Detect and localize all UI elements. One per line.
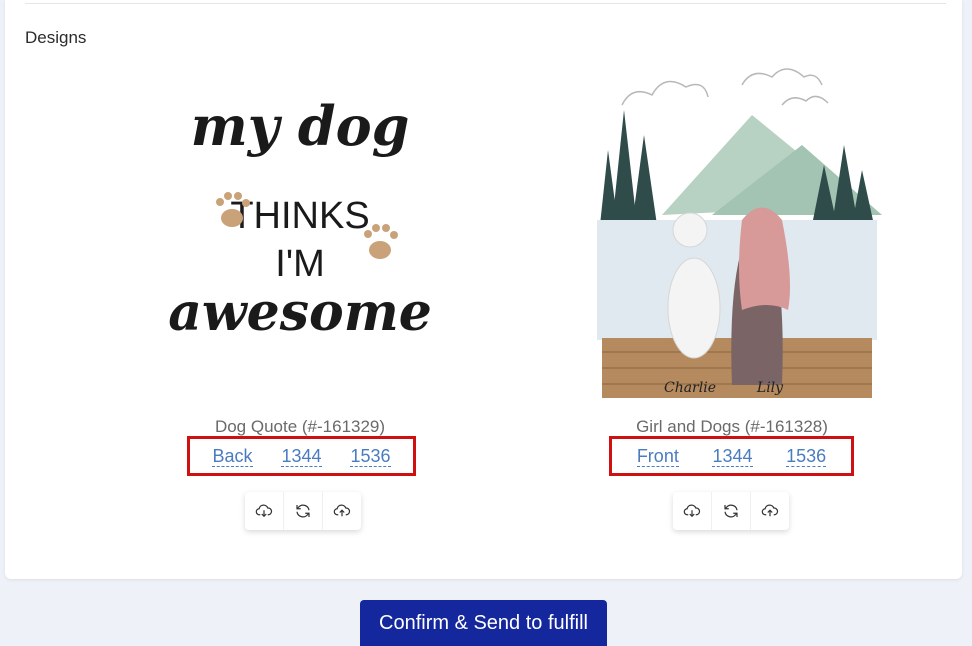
- design-preview-girl-and-dogs: Charlie Lily: [597, 68, 882, 398]
- cloud-upload-icon: [761, 504, 779, 517]
- artwork-line: awesome: [168, 282, 432, 343]
- download-button[interactable]: [245, 492, 284, 530]
- design-actions: [245, 492, 361, 530]
- design-links: Back 1344 1536: [187, 436, 416, 476]
- side-link[interactable]: Front: [636, 446, 679, 467]
- side-link[interactable]: Back: [212, 446, 253, 467]
- artwork-line: my dog: [191, 94, 410, 158]
- designs-card: Designs my dog THINKS I'M awesome Dog Qu…: [5, 0, 962, 579]
- upload-button[interactable]: [751, 492, 789, 530]
- artwork-line: Lily: [756, 380, 784, 396]
- confirm-send-button[interactable]: Confirm & Send to fulfill: [360, 600, 607, 646]
- design-links: Front 1344 1536: [609, 436, 854, 476]
- divider: [25, 3, 946, 4]
- width-link[interactable]: 1344: [712, 446, 753, 467]
- artwork-line: Charlie: [664, 380, 716, 396]
- upload-button[interactable]: [323, 492, 361, 530]
- cloud-download-icon: [683, 504, 701, 518]
- artwork-line: I'M: [275, 243, 324, 285]
- section-title: Designs: [25, 28, 87, 47]
- height-link[interactable]: 1536: [786, 446, 827, 467]
- design-actions: [673, 492, 789, 530]
- refresh-icon: [296, 504, 310, 518]
- artwork-line: THINKS: [230, 195, 369, 237]
- cloud-download-icon: [255, 504, 273, 518]
- download-button[interactable]: [673, 492, 712, 530]
- design-preview-dog-quote: my dog THINKS I'M awesome: [168, 94, 432, 343]
- design-name: Girl and Dogs (#-161328): [636, 417, 828, 436]
- refresh-icon: [724, 504, 738, 518]
- cloud-upload-icon: [333, 504, 351, 517]
- height-link[interactable]: 1536: [350, 446, 391, 467]
- design-name: Dog Quote (#-161329): [214, 417, 386, 436]
- width-link[interactable]: 1344: [281, 446, 322, 467]
- regenerate-button[interactable]: [284, 492, 323, 530]
- regenerate-button[interactable]: [712, 492, 751, 530]
